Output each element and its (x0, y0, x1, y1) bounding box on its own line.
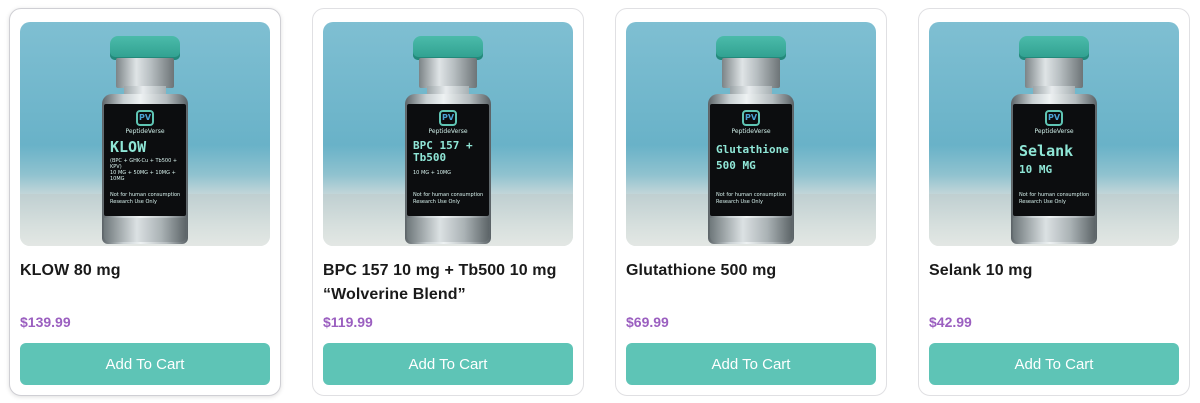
pv-logo-icon: PV (1045, 110, 1063, 126)
product-image[interactable]: PV PeptideVerse Glutathione 500 MG Not f… (626, 22, 876, 246)
vial-label: PV PeptideVerse KLOW (BPC + GHK-Cu + Tb5… (104, 104, 186, 216)
product-card[interactable]: PV PeptideVerse Selank 10 MG Not for hum… (918, 8, 1190, 396)
vial-base (104, 218, 186, 242)
vial-note: Not for human consumption Research Use O… (1019, 192, 1093, 206)
vial-base (1013, 218, 1095, 242)
product-price: $119.99 (323, 314, 373, 330)
product-image[interactable]: PV PeptideVerse BPC 157 + Tb500 10 MG + … (323, 22, 573, 246)
vial-crimp (419, 58, 477, 88)
vial-note: Not for human consumption Research Use O… (110, 192, 184, 206)
add-to-cart-button[interactable]: Add To Cart (626, 343, 876, 385)
product-price: $69.99 (626, 314, 669, 330)
product-title[interactable]: Glutathione 500 mg (626, 259, 878, 283)
vial-brand: PeptideVerse (731, 128, 771, 135)
product-grid: PV PeptideVerse KLOW (BPC + GHK-Cu + Tb5… (0, 0, 1200, 403)
product-card[interactable]: PV PeptideVerse BPC 157 + Tb500 10 MG + … (312, 8, 584, 396)
vial-note-line1: Not for human consumption (716, 192, 787, 198)
vial-base (710, 218, 792, 242)
vial-dose: 10 MG (1019, 163, 1053, 176)
vial-dose: 10 MG + 10MG (413, 170, 452, 176)
product-card[interactable]: PV PeptideVerse KLOW (BPC + GHK-Cu + Tb5… (9, 8, 281, 396)
vial-name: BPC 157 + Tb500 (413, 139, 473, 164)
vial-cap (1019, 36, 1089, 60)
add-to-cart-button[interactable]: Add To Cart (323, 343, 573, 385)
vial-brand: PeptideVerse (125, 128, 165, 135)
vial-label: PV PeptideVerse Glutathione 500 MG Not f… (710, 104, 792, 216)
vial-cap (413, 36, 483, 60)
vial-brand: PeptideVerse (428, 128, 468, 135)
vial-note-line2: Research Use Only (413, 199, 460, 205)
vial-graphic: PV PeptideVerse BPC 157 + Tb500 10 MG + … (405, 36, 491, 246)
vial-name: KLOW (110, 138, 147, 156)
vial-cap (716, 36, 786, 60)
vial-dose: 500 MG (716, 159, 756, 172)
vial-crimp (722, 58, 780, 88)
vial-note: Not for human consumption Research Use O… (413, 192, 487, 206)
vial-brand: PeptideVerse (1034, 128, 1074, 135)
pv-logo-icon: PV (439, 110, 457, 126)
product-card[interactable]: PV PeptideVerse Glutathione 500 MG Not f… (615, 8, 887, 396)
vial-note-line1: Not for human consumption (110, 192, 181, 198)
vial-graphic: PV PeptideVerse Selank 10 MG Not for hum… (1011, 36, 1097, 246)
vial-note-line2: Research Use Only (1019, 199, 1066, 205)
vial-crimp (1025, 58, 1083, 88)
product-price: $42.99 (929, 314, 972, 330)
product-image[interactable]: PV PeptideVerse KLOW (BPC + GHK-Cu + Tb5… (20, 22, 270, 246)
pv-logo-icon: PV (742, 110, 760, 126)
vial-base (407, 218, 489, 242)
vial-graphic: PV PeptideVerse Glutathione 500 MG Not f… (708, 36, 794, 246)
product-image[interactable]: PV PeptideVerse Selank 10 MG Not for hum… (929, 22, 1179, 246)
vial-name: Selank (1019, 142, 1074, 160)
vial-note-line2: Research Use Only (716, 199, 763, 205)
vial-crimp (116, 58, 174, 88)
vial-label: PV PeptideVerse BPC 157 + Tb500 10 MG + … (407, 104, 489, 216)
vial-note: Not for human consumption Research Use O… (716, 192, 790, 206)
vial-label: PV PeptideVerse Selank 10 MG Not for hum… (1013, 104, 1095, 216)
product-title[interactable]: BPC 157 10 mg + Tb500 10 mg “Wolverine B… (323, 259, 575, 307)
add-to-cart-button[interactable]: Add To Cart (929, 343, 1179, 385)
product-price: $139.99 (20, 314, 71, 330)
pv-logo-icon: PV (136, 110, 154, 126)
vial-sub: (BPC + GHK-Cu + Tb500 + KPV) (110, 158, 178, 170)
vial-cap (110, 36, 180, 60)
vial-dose: 10 MG + 50MG + 10MG + 10MG (110, 170, 176, 182)
vial-name: Glutathione (716, 143, 789, 156)
product-title[interactable]: KLOW 80 mg (20, 259, 272, 283)
vial-graphic: PV PeptideVerse KLOW (BPC + GHK-Cu + Tb5… (102, 36, 188, 246)
vial-note-line1: Not for human consumption (1019, 192, 1090, 198)
vial-note-line1: Not for human consumption (413, 192, 484, 198)
vial-note-line2: Research Use Only (110, 199, 157, 205)
product-title[interactable]: Selank 10 mg (929, 259, 1181, 283)
add-to-cart-button[interactable]: Add To Cart (20, 343, 270, 385)
